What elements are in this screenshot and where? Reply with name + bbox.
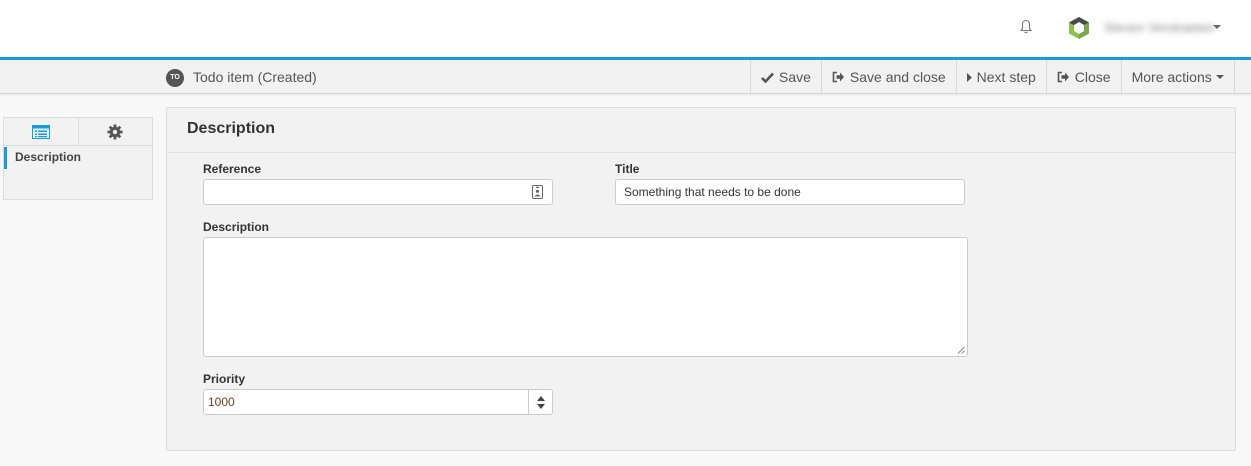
side-tabs (4, 118, 152, 146)
priority-value: 1000 (208, 395, 235, 409)
reference-label: Reference (203, 162, 262, 176)
sidebar-item-description[interactable]: Description (4, 147, 152, 169)
description-textarea[interactable] (203, 237, 968, 357)
top-header: Steven Verstraeten (0, 0, 1251, 57)
close-button[interactable]: Close (1047, 60, 1122, 94)
form-panel: Description Reference Title Something th… (166, 107, 1236, 451)
close-label: Close (1074, 69, 1111, 85)
gear-icon (107, 124, 123, 139)
tab-form[interactable] (4, 118, 78, 145)
spinner-buttons (528, 390, 552, 414)
title-label: Title (615, 162, 640, 176)
more-actions-label: More actions (1131, 69, 1212, 85)
resize-handle-icon[interactable] (957, 346, 965, 354)
priority-label: Priority (203, 372, 246, 386)
save-and-close-button[interactable]: Save and close (822, 60, 957, 94)
reference-field[interactable] (203, 179, 553, 205)
decrement-arrow-icon[interactable] (536, 403, 545, 409)
next-step-label: Next step (976, 69, 1036, 85)
title-value: Something that needs to be done (624, 185, 801, 199)
hexagon-logo-icon (1069, 17, 1089, 39)
list-icon (31, 124, 50, 139)
save-button[interactable]: Save (751, 60, 822, 94)
caret-down-icon (1215, 75, 1224, 79)
user-name[interactable]: Steven Verstraeten (1104, 20, 1215, 36)
title-field[interactable]: Something that needs to be done (615, 179, 965, 205)
page-title: Todo item (Created) (193, 69, 317, 85)
description-label: Description (203, 220, 270, 234)
save-and-close-label: Save and close (849, 69, 946, 85)
side-navigation: Description (3, 117, 153, 200)
priority-stepper[interactable]: 1000 (203, 389, 553, 415)
action-group: Save Save and close Next step Close More… (750, 60, 1235, 94)
chevron-down-icon[interactable] (1213, 25, 1221, 29)
save-label: Save (779, 69, 811, 85)
sign-out-icon (832, 71, 844, 83)
section-title: Description (187, 120, 276, 137)
sign-out-icon (1057, 71, 1069, 83)
next-step-button[interactable]: Next step (957, 60, 1047, 94)
caret-right-icon (966, 72, 972, 82)
bell-icon[interactable] (1019, 19, 1033, 35)
tab-settings[interactable] (77, 118, 153, 145)
more-actions-dropdown[interactable]: More actions (1122, 60, 1235, 94)
divider (167, 152, 1235, 153)
toolbar: TO Todo item (Created) Save Save and clo… (0, 60, 1251, 94)
increment-arrow-icon[interactable] (536, 395, 545, 401)
entity-badge: TO (166, 69, 184, 87)
check-icon (761, 72, 774, 83)
id-card-icon[interactable] (532, 185, 543, 199)
